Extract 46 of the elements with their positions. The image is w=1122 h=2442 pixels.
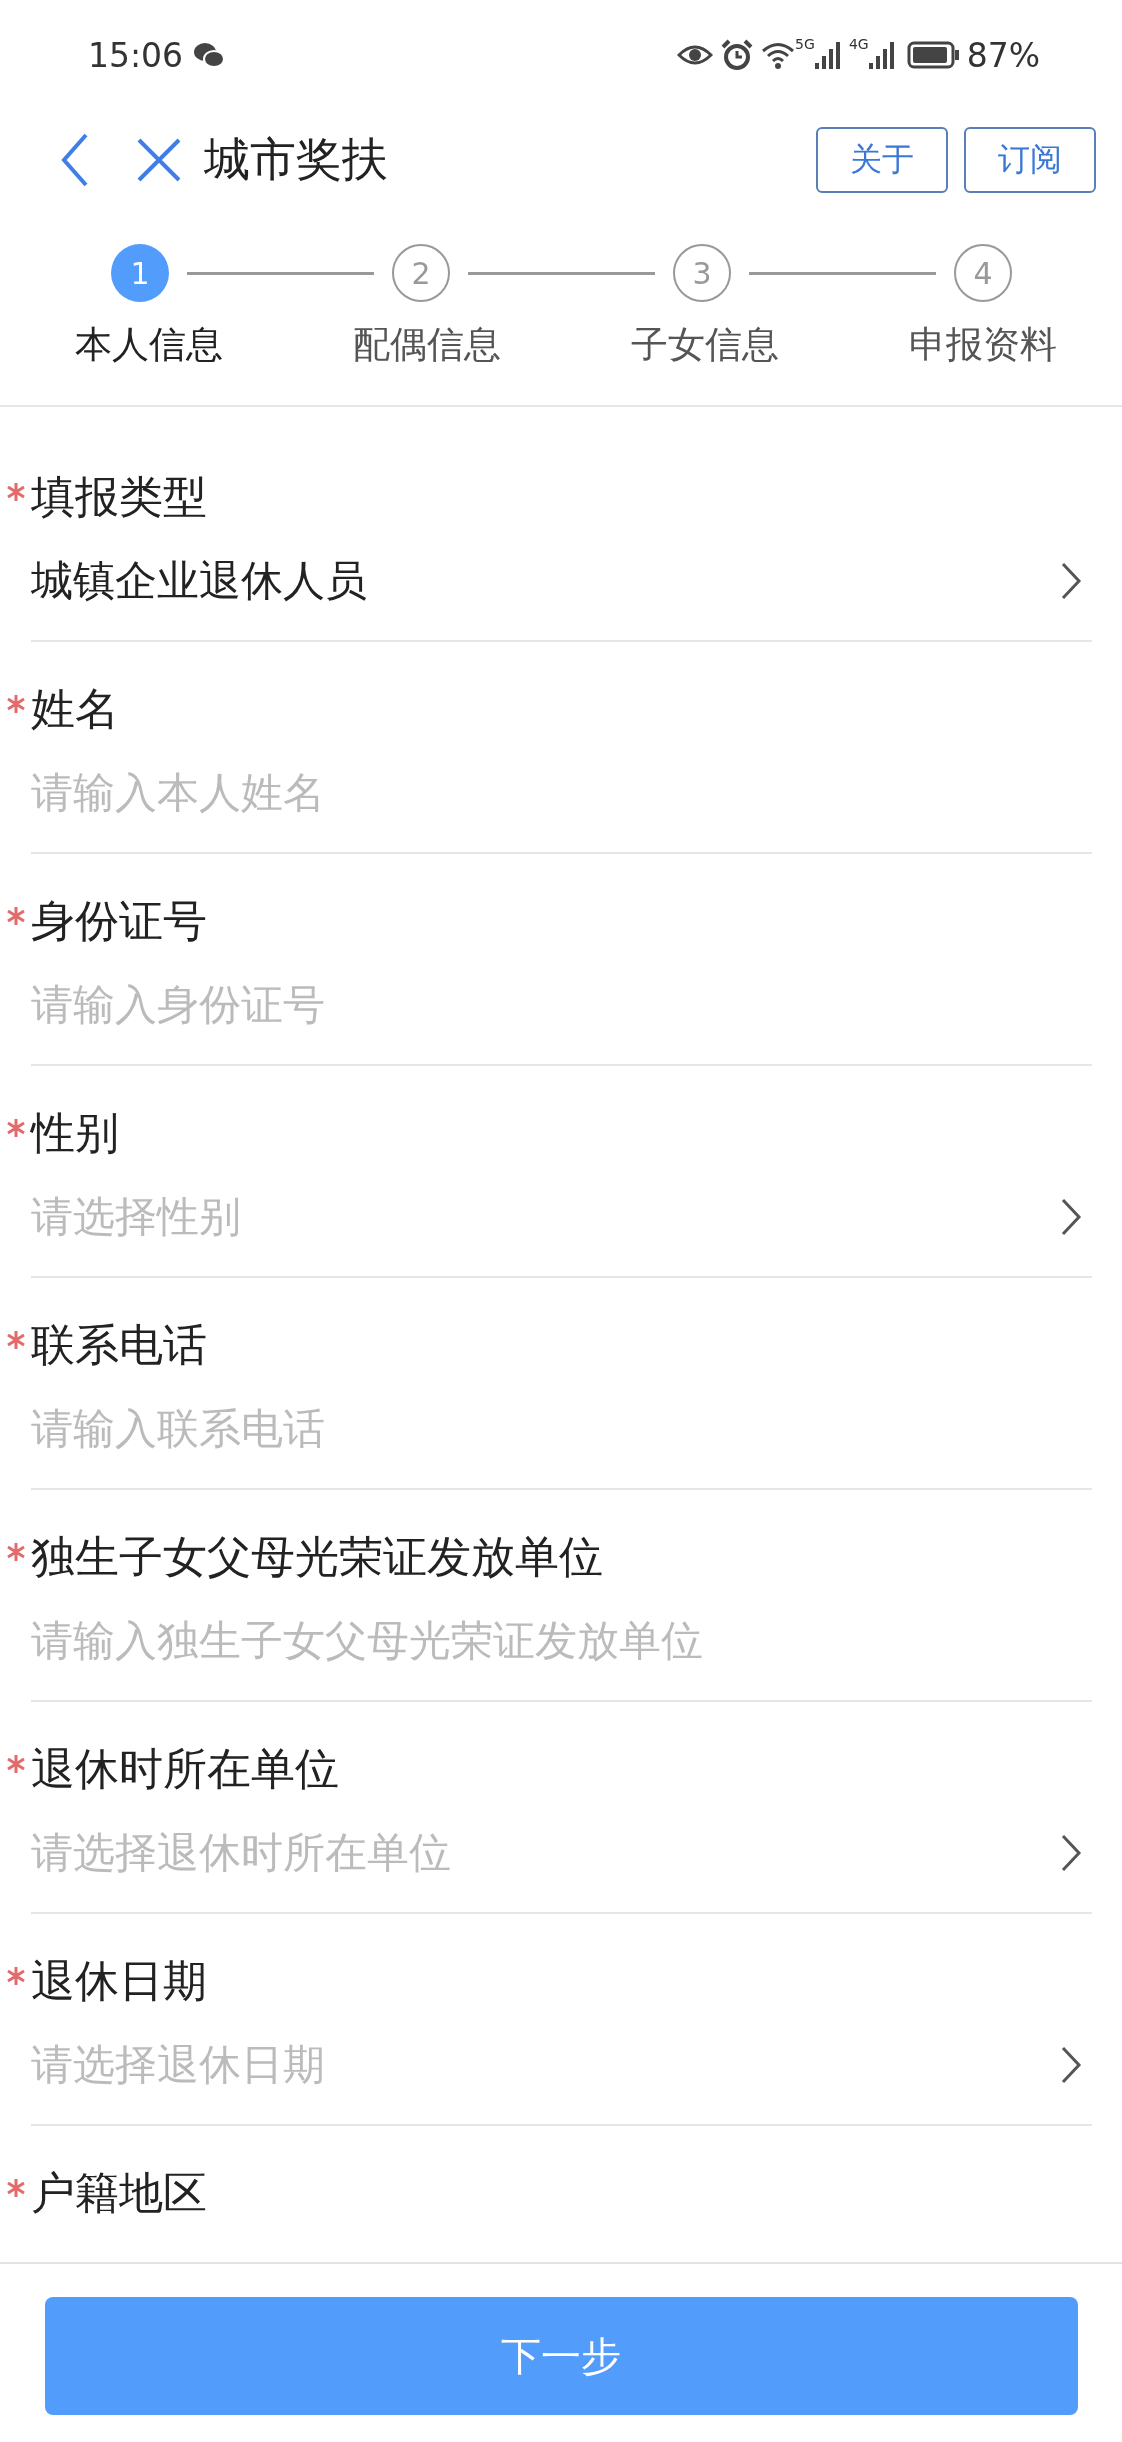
step-label[interactable]: 申报资料 bbox=[909, 320, 1057, 370]
back-icon[interactable] bbox=[60, 132, 90, 188]
step-number: 4 bbox=[954, 244, 1012, 302]
eye-icon bbox=[677, 43, 714, 67]
battery-icon bbox=[906, 41, 961, 69]
chevron-right-icon bbox=[1060, 2045, 1082, 2085]
step-number: 1 bbox=[111, 244, 169, 302]
step-label[interactable]: 子女信息 bbox=[631, 320, 779, 370]
signal-icon bbox=[868, 41, 895, 69]
field-label: 独生子女父母光荣证发放单位 bbox=[31, 1530, 603, 1584]
input-field[interactable]: 请输入身份证号 bbox=[31, 977, 1082, 1033]
signal-icon bbox=[814, 41, 841, 69]
step-label[interactable]: 配偶信息 bbox=[353, 320, 501, 370]
step-number: 2 bbox=[392, 244, 450, 302]
wifi-icon bbox=[761, 41, 796, 69]
alarm-icon bbox=[721, 39, 754, 71]
page-title: 城市奖扶 bbox=[204, 131, 388, 188]
field-label: 姓名 bbox=[31, 682, 119, 736]
header-button[interactable]: 关于 bbox=[816, 127, 948, 193]
chevron-right-icon bbox=[1060, 1197, 1082, 1237]
input-field[interactable]: 请输入本人姓名 bbox=[31, 765, 1082, 821]
chevron-right-icon bbox=[1060, 1833, 1082, 1873]
header-button[interactable]: 订阅 bbox=[964, 127, 1096, 193]
field-label: 退休时所在单位 bbox=[31, 1742, 339, 1796]
select-field[interactable]: 请选择退休日期 bbox=[31, 2037, 1060, 2093]
chevron-right-icon bbox=[1060, 561, 1082, 601]
field-label: 性别 bbox=[31, 1106, 119, 1160]
field-label: 填报类型 bbox=[31, 470, 207, 524]
field-label: 联系电话 bbox=[31, 1318, 207, 1372]
field-label: 退休日期 bbox=[31, 1954, 207, 2008]
chat-icon bbox=[193, 41, 226, 69]
network-label: 4G bbox=[848, 36, 869, 52]
select-field[interactable]: 请选择退休时所在单位 bbox=[31, 1825, 1060, 1881]
field-label: 户籍地区 bbox=[31, 2166, 207, 2220]
input-field[interactable]: 请输入独生子女父母光荣证发放单位 bbox=[31, 1613, 1082, 1669]
input-field[interactable]: 请输入联系电话 bbox=[31, 1401, 1082, 1457]
status-time: 15:06 bbox=[88, 35, 184, 75]
select-field[interactable]: 请选择性别 bbox=[31, 1189, 1060, 1245]
step-number: 3 bbox=[673, 244, 731, 302]
next-button[interactable]: 下一步 bbox=[44, 2297, 1078, 2415]
network-label: 5G bbox=[795, 36, 815, 52]
close-icon[interactable] bbox=[136, 137, 182, 183]
select-field[interactable]: 城镇企业退休人员 bbox=[31, 553, 1060, 609]
step-label[interactable]: 本人信息 bbox=[75, 320, 223, 370]
field-label: 身份证号 bbox=[31, 894, 207, 948]
battery-percentage: 87% bbox=[966, 35, 1040, 75]
